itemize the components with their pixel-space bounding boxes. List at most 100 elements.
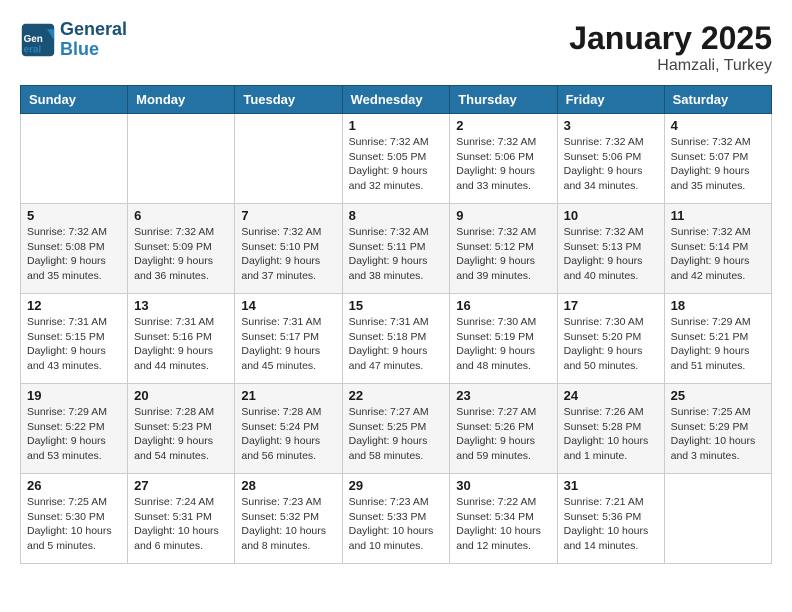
- day-info: Sunrise: 7:32 AM Sunset: 5:13 PM Dayligh…: [564, 225, 658, 284]
- day-number: 9: [456, 208, 550, 223]
- day-info: Sunrise: 7:31 AM Sunset: 5:17 PM Dayligh…: [241, 315, 335, 374]
- calendar-cell: 14Sunrise: 7:31 AM Sunset: 5:17 PM Dayli…: [235, 294, 342, 384]
- calendar-cell: 22Sunrise: 7:27 AM Sunset: 5:25 PM Dayli…: [342, 384, 450, 474]
- calendar-cell: 26 Sunrise: 7:25 AM Sunset: 5:30 PM Dayli…: [21, 474, 128, 564]
- calendar-cell: 25Sunrise: 7:25 AM Sunset: 5:29 PM Dayli…: [664, 384, 771, 474]
- day-number: 20: [134, 388, 228, 403]
- calendar-cell: 3 Sunrise: 7:32 AM Sunset: 5:06 PM Daylig…: [557, 114, 664, 204]
- day-info: Sunrise: 7:23 AM Sunset: 5:32 PM Dayligh…: [241, 495, 335, 554]
- day-info: Sunrise: 7:28 AM Sunset: 5:23 PM Dayligh…: [134, 405, 228, 464]
- day-info: Sunrise: 7:27 AM Sunset: 5:25 PM Dayligh…: [349, 405, 444, 464]
- day-info: Sunrise: 7:25 AM Sunset: 5:29 PM Dayligh…: [671, 405, 765, 464]
- day-info: Sunrise: 7:32 AM Sunset: 5:12 PM Dayligh…: [456, 225, 550, 284]
- calendar-cell: 6 Sunrise: 7:32 AM Sunset: 5:09 PM Daylig…: [128, 204, 235, 294]
- weekday-header-saturday: Saturday: [664, 86, 771, 114]
- day-info: Sunrise: 7:24 AM Sunset: 5:31 PM Dayligh…: [134, 495, 228, 554]
- day-info: Sunrise: 7:31 AM Sunset: 5:16 PM Dayligh…: [134, 315, 228, 374]
- day-number: 29: [349, 478, 444, 493]
- calendar-week-3: 12 Sunrise: 7:31 AM Sunset: 5:15 PM Dayli…: [21, 294, 772, 384]
- calendar-cell: 31 Sunrise: 7:21 AM Sunset: 5:36 PM Dayli…: [557, 474, 664, 564]
- day-info: Sunrise: 7:32 AM Sunset: 5:08 PM Dayligh…: [27, 225, 121, 284]
- weekday-header-friday: Friday: [557, 86, 664, 114]
- day-number: 30: [456, 478, 550, 493]
- location: Hamzali, Turkey: [569, 57, 772, 75]
- calendar-cell: 21 Sunrise: 7:28 AM Sunset: 5:24 PM Dayli…: [235, 384, 342, 474]
- day-info: Sunrise: 7:30 AM Sunset: 5:20 PM Dayligh…: [564, 315, 658, 374]
- day-info: Sunrise: 7:32 AM Sunset: 5:10 PM Dayligh…: [241, 225, 335, 284]
- day-number: 23: [456, 388, 550, 403]
- calendar-cell: 23 Sunrise: 7:27 AM Sunset: 5:26 PM Dayli…: [450, 384, 557, 474]
- calendar-cell: 17 Sunrise: 7:30 AM Sunset: 5:20 PM Dayli…: [557, 294, 664, 384]
- day-number: 8: [349, 208, 444, 223]
- calendar-week-2: 5 Sunrise: 7:32 AM Sunset: 5:08 PM Daylig…: [21, 204, 772, 294]
- weekday-header-sunday: Sunday: [21, 86, 128, 114]
- calendar-cell: 16Sunrise: 7:30 AM Sunset: 5:19 PM Dayli…: [450, 294, 557, 384]
- day-info: Sunrise: 7:32 AM Sunset: 5:09 PM Dayligh…: [134, 225, 228, 284]
- day-number: 5: [27, 208, 121, 223]
- day-number: 19: [27, 388, 121, 403]
- day-number: 11: [671, 208, 765, 223]
- day-number: 17: [564, 298, 658, 313]
- calendar-table: SundayMondayTuesdayWednesdayThursdayFrid…: [20, 85, 772, 564]
- page-header: Gen eral General Blue January 2025 Hamza…: [20, 20, 772, 75]
- day-number: 18: [671, 298, 765, 313]
- day-info: Sunrise: 7:22 AM Sunset: 5:34 PM Dayligh…: [456, 495, 550, 554]
- day-info: Sunrise: 7:27 AM Sunset: 5:26 PM Dayligh…: [456, 405, 550, 464]
- calendar-cell: 7 Sunrise: 7:32 AM Sunset: 5:10 PM Daylig…: [235, 204, 342, 294]
- calendar-cell: 8 Sunrise: 7:32 AM Sunset: 5:11 PM Daylig…: [342, 204, 450, 294]
- day-info: Sunrise: 7:32 AM Sunset: 5:05 PM Dayligh…: [349, 135, 444, 194]
- day-number: 31: [564, 478, 658, 493]
- weekday-header-tuesday: Tuesday: [235, 86, 342, 114]
- day-info: Sunrise: 7:25 AM Sunset: 5:30 PM Dayligh…: [27, 495, 121, 554]
- calendar-cell: 13 Sunrise: 7:31 AM Sunset: 5:16 PM Dayli…: [128, 294, 235, 384]
- day-number: 26: [27, 478, 121, 493]
- day-number: 7: [241, 208, 335, 223]
- svg-text:eral: eral: [24, 44, 42, 55]
- logo: Gen eral General Blue: [20, 20, 127, 60]
- day-info: Sunrise: 7:31 AM Sunset: 5:15 PM Dayligh…: [27, 315, 121, 374]
- day-info: Sunrise: 7:28 AM Sunset: 5:24 PM Dayligh…: [241, 405, 335, 464]
- day-number: 6: [134, 208, 228, 223]
- day-number: 28: [241, 478, 335, 493]
- calendar-cell: 18Sunrise: 7:29 AM Sunset: 5:21 PM Dayli…: [664, 294, 771, 384]
- logo-icon: Gen eral: [20, 22, 56, 58]
- calendar-cell: [21, 114, 128, 204]
- calendar-cell: 10 Sunrise: 7:32 AM Sunset: 5:13 PM Dayli…: [557, 204, 664, 294]
- day-number: 12: [27, 298, 121, 313]
- calendar-cell: 2Sunrise: 7:32 AM Sunset: 5:06 PM Daylig…: [450, 114, 557, 204]
- day-number: 21: [241, 388, 335, 403]
- day-info: Sunrise: 7:32 AM Sunset: 5:14 PM Dayligh…: [671, 225, 765, 284]
- calendar-cell: [128, 114, 235, 204]
- calendar-cell: 19 Sunrise: 7:29 AM Sunset: 5:22 PM Dayli…: [21, 384, 128, 474]
- day-number: 3: [564, 118, 658, 133]
- logo-text: General Blue: [60, 20, 127, 60]
- weekday-header-row: SundayMondayTuesdayWednesdayThursdayFrid…: [21, 86, 772, 114]
- calendar-cell: 11 Sunrise: 7:32 AM Sunset: 5:14 PM Dayli…: [664, 204, 771, 294]
- day-info: Sunrise: 7:32 AM Sunset: 5:06 PM Dayligh…: [564, 135, 658, 194]
- day-number: 10: [564, 208, 658, 223]
- day-info: Sunrise: 7:32 AM Sunset: 5:11 PM Dayligh…: [349, 225, 444, 284]
- day-info: Sunrise: 7:21 AM Sunset: 5:36 PM Dayligh…: [564, 495, 658, 554]
- calendar-cell: 4Sunrise: 7:32 AM Sunset: 5:07 PM Daylig…: [664, 114, 771, 204]
- calendar-cell: [235, 114, 342, 204]
- calendar-cell: 9 Sunrise: 7:32 AM Sunset: 5:12 PM Daylig…: [450, 204, 557, 294]
- day-info: Sunrise: 7:29 AM Sunset: 5:22 PM Dayligh…: [27, 405, 121, 464]
- calendar-cell: 1Sunrise: 7:32 AM Sunset: 5:05 PM Daylig…: [342, 114, 450, 204]
- weekday-header-monday: Monday: [128, 86, 235, 114]
- day-number: 15: [349, 298, 444, 313]
- weekday-header-thursday: Thursday: [450, 86, 557, 114]
- day-number: 27: [134, 478, 228, 493]
- calendar-cell: 12 Sunrise: 7:31 AM Sunset: 5:15 PM Dayli…: [21, 294, 128, 384]
- calendar-week-4: 19 Sunrise: 7:29 AM Sunset: 5:22 PM Dayli…: [21, 384, 772, 474]
- day-number: 13: [134, 298, 228, 313]
- calendar-cell: 20 Sunrise: 7:28 AM Sunset: 5:23 PM Dayli…: [128, 384, 235, 474]
- month-year: January 2025: [569, 20, 772, 57]
- day-info: Sunrise: 7:31 AM Sunset: 5:18 PM Dayligh…: [349, 315, 444, 374]
- day-info: Sunrise: 7:23 AM Sunset: 5:33 PM Dayligh…: [349, 495, 444, 554]
- title-block: January 2025 Hamzali, Turkey: [569, 20, 772, 75]
- day-number: 4: [671, 118, 765, 133]
- calendar-cell: 30 Sunrise: 7:22 AM Sunset: 5:34 PM Dayli…: [450, 474, 557, 564]
- day-number: 2: [456, 118, 550, 133]
- calendar-cell: [664, 474, 771, 564]
- day-number: 16: [456, 298, 550, 313]
